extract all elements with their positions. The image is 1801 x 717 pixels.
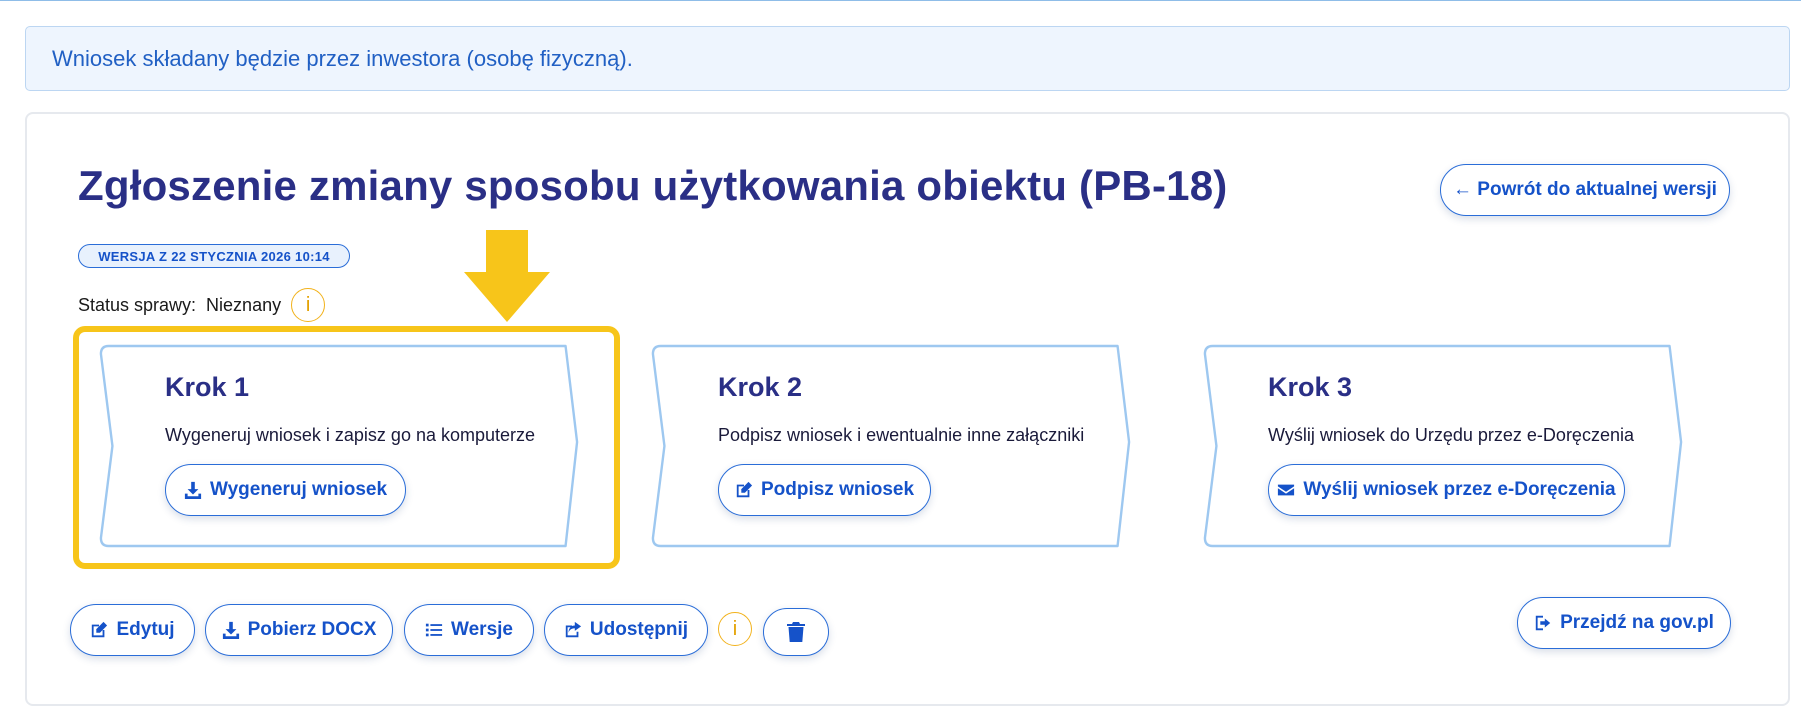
step-1-description: Wygeneruj wniosek i zapisz go na kompute… — [165, 425, 536, 445]
trash-icon — [787, 622, 805, 642]
version-badge: WERSJA Z 22 STYCZNIA 2026 10:14 — [78, 244, 350, 268]
step-3-description: Wyślij wniosek do Urzędu przez e-Doręcze… — [1268, 425, 1634, 445]
sign-out-icon — [1535, 615, 1551, 631]
go-to-gov-pl-button[interactable]: Przejdź na gov.pl — [1517, 597, 1731, 649]
send-via-e-delivery-label: Wyślij wniosek przez e-Doręczenia — [1303, 479, 1616, 500]
download-docx-button[interactable]: Pobierz DOCX — [205, 604, 393, 656]
edit-button[interactable]: Edytuj — [70, 604, 195, 656]
versions-label: Wersje — [451, 619, 513, 640]
down-arrow-hint-icon — [464, 230, 550, 322]
list-icon — [425, 623, 443, 637]
step-2: Krok 2 Podpisz wniosek i ewentualnie inn… — [718, 372, 1084, 446]
share-button[interactable]: Udostępnij — [544, 604, 708, 656]
edit-label: Edytuj — [116, 619, 175, 640]
step-1: Krok 1 Wygeneruj wniosek i zapisz go na … — [165, 372, 535, 446]
download-icon — [184, 481, 202, 499]
send-via-e-delivery-button[interactable]: Wyślij wniosek przez e-Doręczenia — [1268, 464, 1625, 516]
edit-icon — [736, 481, 753, 498]
top-divider — [0, 0, 1801, 1]
edit-icon — [92, 621, 108, 638]
envelope-icon — [1278, 484, 1295, 496]
info-banner-text: Wniosek składany będzie przez inwestora … — [52, 45, 633, 71]
status-value: Nieznany — [206, 294, 282, 315]
status-info-icon[interactable]: i — [291, 288, 326, 322]
go-to-gov-pl-label: Przejdź na gov.pl — [1560, 612, 1714, 633]
delete-button[interactable] — [763, 608, 829, 656]
generate-application-button[interactable]: Wygeneruj wniosek — [165, 464, 406, 516]
download-icon — [222, 621, 239, 639]
step-2-description: Podpisz wniosek i ewentualnie inne załąc… — [718, 425, 1085, 445]
sign-application-button[interactable]: Podpisz wniosek — [718, 464, 931, 516]
back-to-current-version-button[interactable]: ← Powrót do aktualnej wersji — [1440, 164, 1730, 216]
back-to-current-version-label: ← Powrót do aktualnej wersji — [1453, 179, 1717, 200]
share-info-icon[interactable]: i — [718, 612, 752, 646]
share-label: Udostępnij — [589, 619, 689, 640]
generate-application-label: Wygeneruj wniosek — [209, 479, 388, 500]
info-banner: Wniosek składany będzie przez inwestora … — [25, 26, 1790, 91]
step-3-title: Krok 3 — [1268, 372, 1353, 402]
page-title: Zgłoszenie zmiany sposobu użytkowania ob… — [78, 162, 1228, 209]
step-2-title: Krok 2 — [718, 372, 803, 402]
share-icon — [565, 621, 582, 638]
step-1-title: Krok 1 — [165, 372, 250, 402]
versions-button[interactable]: Wersje — [404, 604, 534, 656]
sign-application-label: Podpisz wniosek — [760, 479, 915, 500]
status-label: Status sprawy: — [78, 294, 197, 315]
download-docx-label: Pobierz DOCX — [247, 619, 377, 640]
step-3: Krok 3 Wyślij wniosek do Urzędu przez e-… — [1268, 372, 1634, 446]
status-row: Status sprawy: Nieznany i — [78, 288, 326, 322]
version-badge-text: WERSJA Z 22 STYCZNIA 2026 10:14 — [98, 248, 330, 264]
